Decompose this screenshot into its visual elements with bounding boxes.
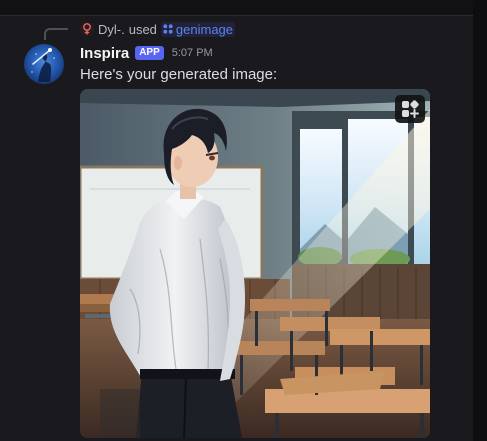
command-mention[interactable]: genimage [160,21,236,37]
timestamp[interactable]: 5:07 PM [172,47,213,59]
author-name[interactable]: Inspira [80,45,129,62]
reply-username[interactable]: Dyl-. [98,22,125,37]
chat-view: Dyl-. used genimage Inspira APP 5:07 PM [0,0,487,441]
app-badge: APP [135,46,164,60]
command-reply-line[interactable]: Dyl-. used genimage [80,20,236,38]
generated-image[interactable] [80,89,430,438]
reply-used-text: used [128,21,157,37]
app-command-icon [163,24,173,34]
scrollbar-track[interactable] [473,0,487,441]
previous-message-area [0,0,487,15]
inspira-avatar[interactable] [24,44,64,84]
user-avatar-icon[interactable] [80,22,94,36]
message-header: Inspira APP 5:07 PM [80,43,213,63]
divider [0,15,487,16]
command-name: genimage [175,21,234,37]
image-actions-icon[interactable] [395,95,425,123]
reply-spine [44,28,68,40]
message-text: Here's your generated image: [80,66,278,83]
